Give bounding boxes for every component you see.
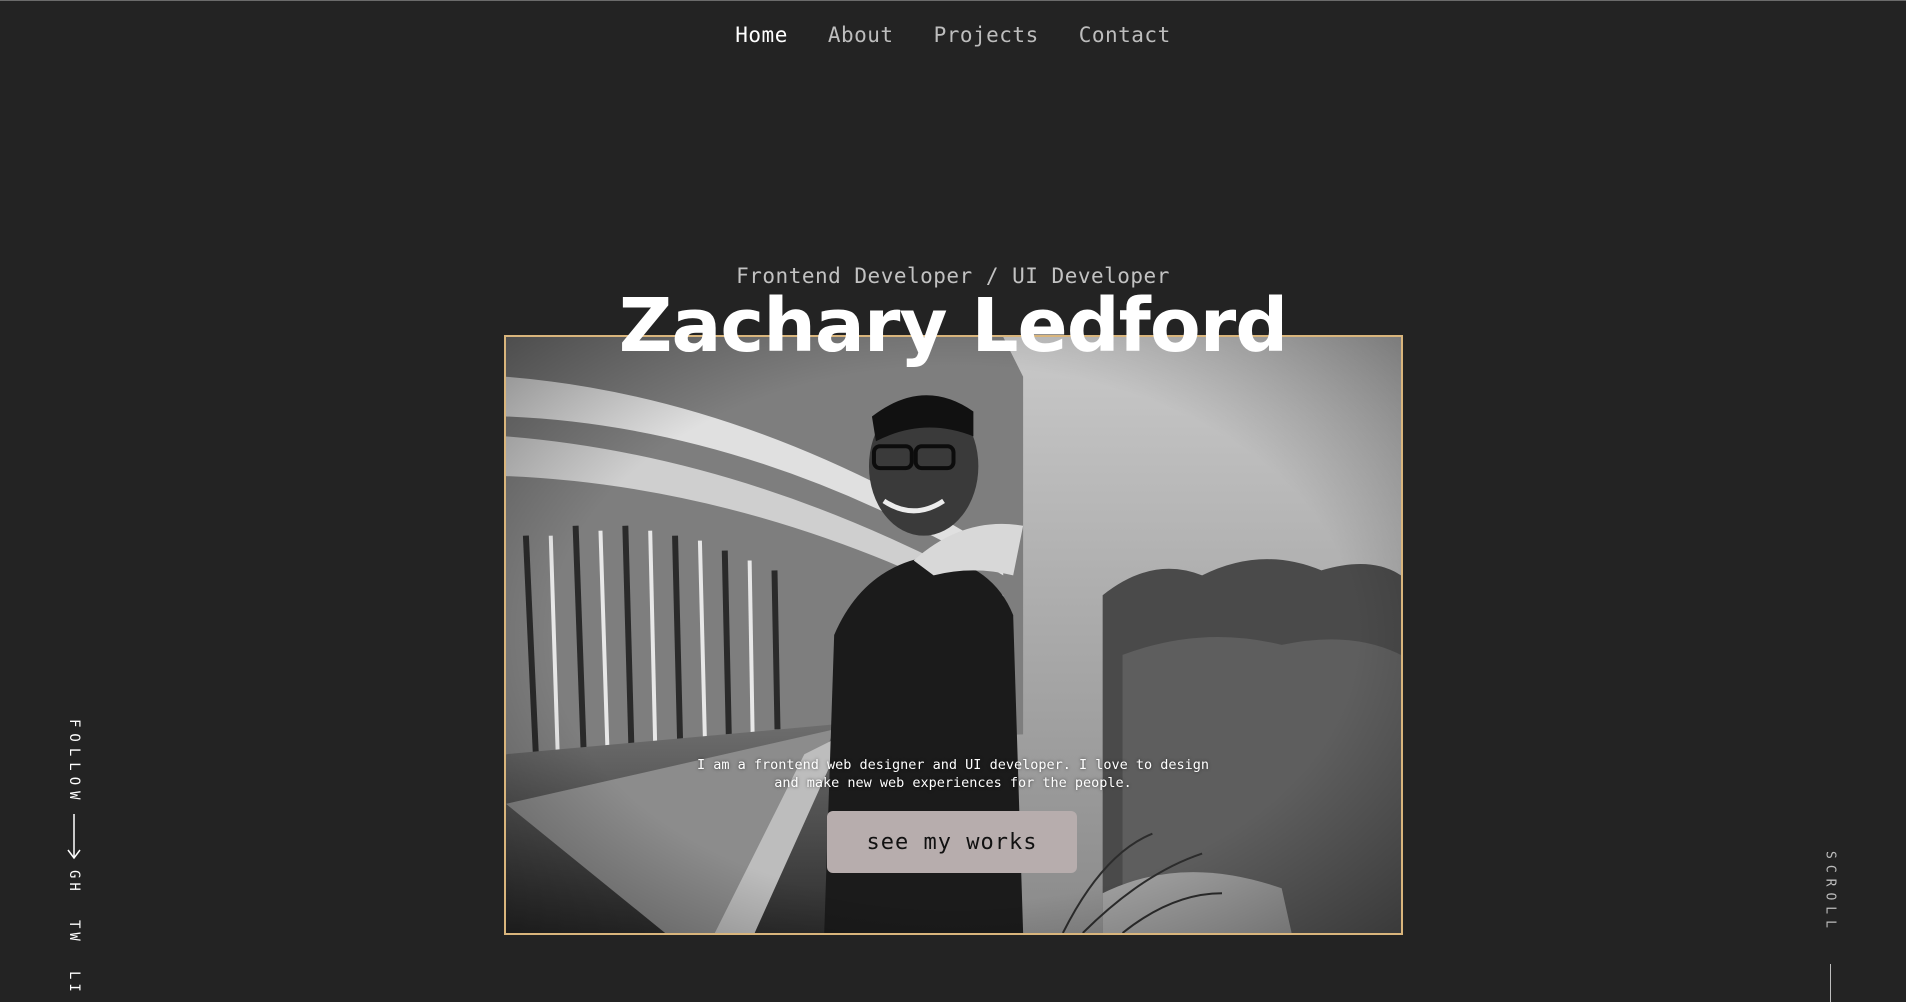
nav-projects-link[interactable]: Projects — [934, 23, 1039, 47]
social-link-linkedin[interactable]: LI — [66, 971, 82, 996]
scroll-indicator[interactable]: SCROLL — [1818, 851, 1842, 1002]
main-nav: Home About Projects Contact — [0, 23, 1906, 47]
arrow-down-icon — [67, 813, 81, 859]
hero-bio-line-2: and make new web experiences for the peo… — [774, 775, 1132, 791]
social-link-twitter[interactable]: TW — [66, 920, 82, 945]
social-link-github[interactable]: GH — [66, 870, 82, 895]
nav-home-link[interactable]: Home — [735, 23, 788, 47]
nav-contact-link[interactable]: Contact — [1079, 23, 1171, 47]
hero-bio-line-1: I am a frontend web designer and UI deve… — [696, 757, 1210, 773]
portfolio-page: Home About Projects Contact Frontend Dev… — [0, 0, 1906, 1002]
nav-about-link[interactable]: About — [828, 23, 894, 47]
scroll-label: SCROLL — [1822, 851, 1838, 934]
see-my-works-button[interactable]: see my works — [827, 811, 1077, 873]
scroll-line — [1829, 963, 1831, 1002]
hero-bio: I am a frontend web designer and UI deve… — [0, 756, 1906, 792]
hero-name: Zachary Ledford — [618, 283, 1288, 369]
